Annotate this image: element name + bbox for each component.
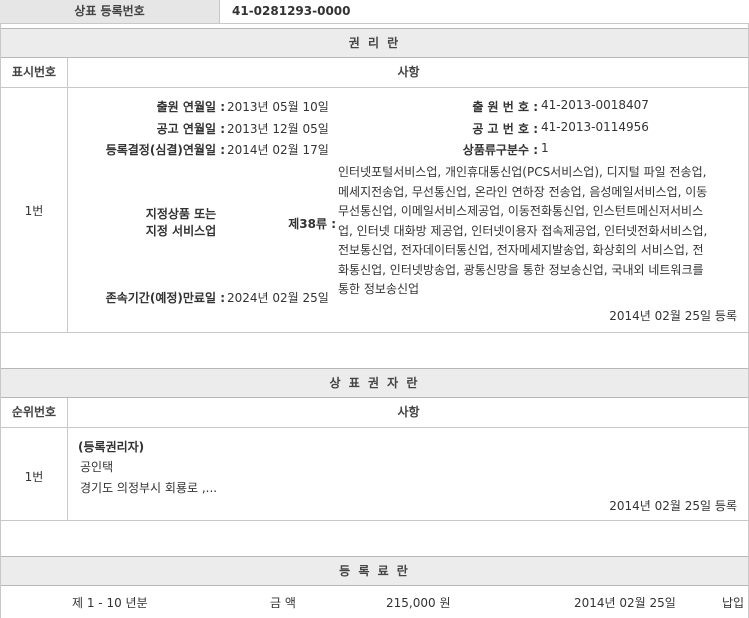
publication-date: 2013년 12월 05일 xyxy=(227,122,329,136)
application-date: 2013년 05월 10일 xyxy=(227,100,329,114)
designated-line: 전보통신업, 전자데이터통신업, 전자메세지발송업, 화상회의 서비스업, 전 xyxy=(338,243,704,257)
class-label: 제38류 : xyxy=(288,217,336,231)
fee-period: 제 1 - 10 년분 xyxy=(72,596,148,610)
divider xyxy=(67,58,68,333)
col-content-label: 사항 xyxy=(397,405,420,419)
col-index-label: 순위번호 xyxy=(11,405,57,419)
owner-role: (등록권리자) xyxy=(78,440,145,454)
designated-line: 메세지전송업, 무선통신업, 온라인 연하장 전송업, 음성메일서비스업, 이동 xyxy=(338,184,708,199)
registered-note: 2014년 02월 25일 등록 xyxy=(609,309,737,323)
class-count-label: 상품류구분수 : xyxy=(462,143,538,157)
decision-date-label: 등록결정(심결)연월일 : xyxy=(105,143,225,157)
rights-section-title: 권 리 란 xyxy=(0,28,749,58)
fee-status: 납입 xyxy=(722,596,745,610)
publication-date-label: 공고 연월일 : xyxy=(156,122,225,136)
fee-amount: 215,000 원 xyxy=(386,596,451,610)
designated-label: 지정상품 또는 지정 서비스업 xyxy=(120,206,242,240)
application-no-label: 출 원 번 호 : xyxy=(472,100,538,114)
designated-services: 인터넷포털서비스업, 개인휴대통신업(PCS서비스업), 디지털 파일 전송업,… xyxy=(338,163,743,300)
fee-section-title: 등 록 료 란 xyxy=(0,556,749,586)
designated-line: 화통신업, 인터넷방송업, 광통신망을 통한 정보송신업, 국내외 네트워크를 xyxy=(338,262,704,277)
owner-section-title: 상 표 권 자 란 xyxy=(0,368,749,398)
col-index-label: 표시번호 xyxy=(11,65,57,79)
decision-date: 2014년 02월 17일 xyxy=(227,143,329,157)
row-index: 1번 xyxy=(24,204,44,218)
expiry-date: 2024년 02월 25일 xyxy=(227,291,329,305)
col-content-label: 사항 xyxy=(397,65,420,79)
class-count: 1 xyxy=(541,141,549,155)
owner-column-header: 순위번호 사항 xyxy=(0,398,749,428)
designated-line: 인터넷포털서비스업, 개인휴대통신업(PCS서비스업), 디지털 파일 전송업, xyxy=(338,165,707,179)
registered-note: 2014년 02월 25일 등록 xyxy=(609,499,737,513)
application-date-label: 출원 연월일 : xyxy=(156,100,225,114)
publication-no-label: 공 고 번 호 : xyxy=(472,122,538,136)
divider xyxy=(0,24,1,618)
rights-column-header: 표시번호 사항 xyxy=(0,58,749,88)
fee-date: 2014년 02월 25일 xyxy=(574,596,676,610)
designated-line: 업, 인터넷 대화방 제공업, 인터넷이용자 접속제공업, 인터넷전화서비스업, xyxy=(338,223,708,238)
fee-amount-label: 금 액 xyxy=(270,596,296,610)
owner-row: 1번 (등록권리자) 공인택 경기도 의정부시 회룡로 ,... 2014년 0… xyxy=(0,428,749,521)
designated-line: 무선통신업, 이메일서비스제공업, 이동전화통신업, 인스턴트메신저서비스 xyxy=(338,204,704,218)
registration-label: 상표 등록번호 xyxy=(0,0,220,23)
row-index: 1번 xyxy=(24,470,44,484)
fee-row: 제 1 - 10 년분 금 액 215,000 원 2014년 02월 25일 … xyxy=(0,586,749,618)
owner-address: 경기도 의정부시 회룡로 ,... xyxy=(80,481,218,495)
registration-number: 41-0281293-0000 xyxy=(232,4,351,18)
rights-row: 1번 출원 연월일 : 2013년 05월 10일 출 원 번 호 : 41-2… xyxy=(0,88,749,333)
registration-bar: 상표 등록번호 41-0281293-0000 xyxy=(0,0,749,24)
designated-line: 통한 정보송신업 xyxy=(338,282,420,296)
expiry-label: 존속기간(예정)만료일 : xyxy=(105,291,225,305)
owner-name: 공인택 xyxy=(80,460,114,474)
publication-no: 41-2013-0114956 xyxy=(541,120,649,134)
designated-label-line-2: 지정 서비스업 xyxy=(145,224,217,238)
application-no: 41-2013-0018407 xyxy=(541,98,649,112)
divider xyxy=(67,398,68,521)
designated-label-line-1: 지정상품 또는 xyxy=(145,207,217,221)
